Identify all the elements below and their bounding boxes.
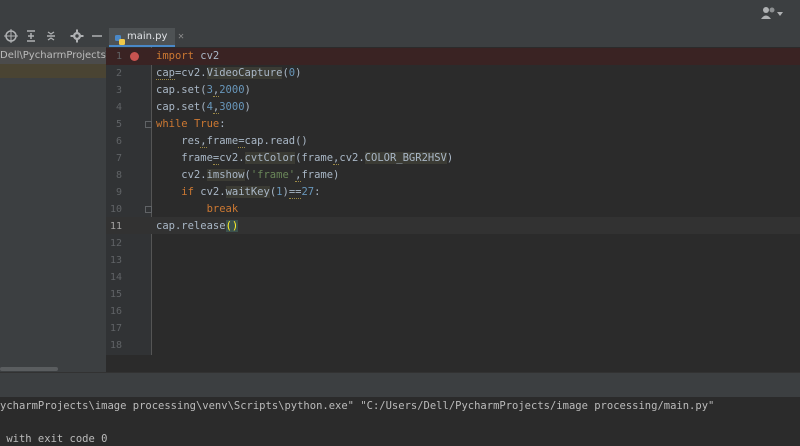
line-number[interactable]: 8 bbox=[106, 167, 122, 184]
tab-close-icon[interactable]: ✕ bbox=[178, 31, 188, 43]
code-line-7[interactable]: frame=cv2.cvtColor(frame,cv2.COLOR_BGR2H… bbox=[156, 150, 453, 167]
line-number[interactable]: 17 bbox=[106, 320, 122, 337]
line-number[interactable]: 4 bbox=[106, 99, 122, 116]
project-panel bbox=[0, 27, 106, 367]
project-toolbar bbox=[0, 27, 106, 47]
line-number[interactable]: 2 bbox=[106, 65, 122, 82]
collapse-all-icon[interactable] bbox=[44, 29, 58, 43]
line-number[interactable]: 13 bbox=[106, 252, 122, 269]
editor-tab-strip bbox=[106, 27, 800, 48]
expand-all-icon[interactable] bbox=[24, 29, 38, 43]
line-number[interactable]: 7 bbox=[106, 150, 122, 167]
code-line-2[interactable]: cap=cv2.VideoCapture(0) bbox=[156, 65, 301, 82]
breakpoint-icon[interactable] bbox=[130, 52, 139, 61]
line-number[interactable]: 1 bbox=[106, 48, 122, 65]
line-number[interactable]: 16 bbox=[106, 303, 122, 320]
line-number[interactable]: 6 bbox=[106, 133, 122, 150]
code-line-9[interactable]: if cv2.waitKey(1)==27: bbox=[156, 184, 320, 201]
line-number[interactable]: 12 bbox=[106, 235, 122, 252]
line-number[interactable]: 15 bbox=[106, 286, 122, 303]
run-panel-header bbox=[0, 372, 800, 398]
minimize-icon[interactable] bbox=[90, 29, 104, 43]
fold-marker-icon[interactable] bbox=[145, 206, 152, 213]
line-number[interactable]: 11 bbox=[106, 218, 122, 235]
code-line-6[interactable]: res,frame=cap.read() bbox=[156, 133, 308, 150]
console-command-line: ycharmProjects\image processing\venv\Scr… bbox=[0, 400, 715, 412]
project-selected-row[interactable] bbox=[0, 64, 106, 78]
code-line-1[interactable]: import cv2 bbox=[156, 48, 219, 65]
code-line-4[interactable]: cap.set(4,3000) bbox=[156, 99, 251, 116]
line-number[interactable]: 9 bbox=[106, 184, 122, 201]
run-console[interactable]: ycharmProjects\image processing\venv\Scr… bbox=[0, 397, 800, 445]
code-line-10[interactable]: break bbox=[156, 201, 239, 218]
code-line-5[interactable]: while True: bbox=[156, 116, 226, 133]
horizontal-scrollbar-thumb[interactable] bbox=[0, 367, 58, 371]
top-toolbar bbox=[0, 0, 800, 28]
project-root-path[interactable]: Dell\PycharmProjects\image bbox=[0, 47, 106, 64]
gear-icon[interactable] bbox=[70, 29, 84, 43]
code-line-3[interactable]: cap.set(3,2000) bbox=[156, 82, 251, 99]
code-line-8[interactable]: cv2.imshow('frame',frame) bbox=[156, 167, 339, 184]
line-number[interactable]: 18 bbox=[106, 337, 122, 354]
user-account-icon[interactable] bbox=[760, 6, 786, 22]
line-number[interactable]: 3 bbox=[106, 82, 122, 99]
code-line-11[interactable]: cap.release() bbox=[156, 218, 239, 235]
line-number[interactable]: 14 bbox=[106, 269, 122, 286]
target-icon[interactable] bbox=[4, 29, 18, 43]
python-file-icon bbox=[114, 31, 126, 45]
fold-marker-icon[interactable] bbox=[145, 121, 152, 128]
line-number[interactable]: 5 bbox=[106, 116, 122, 133]
line-number[interactable]: 10 bbox=[106, 201, 122, 218]
